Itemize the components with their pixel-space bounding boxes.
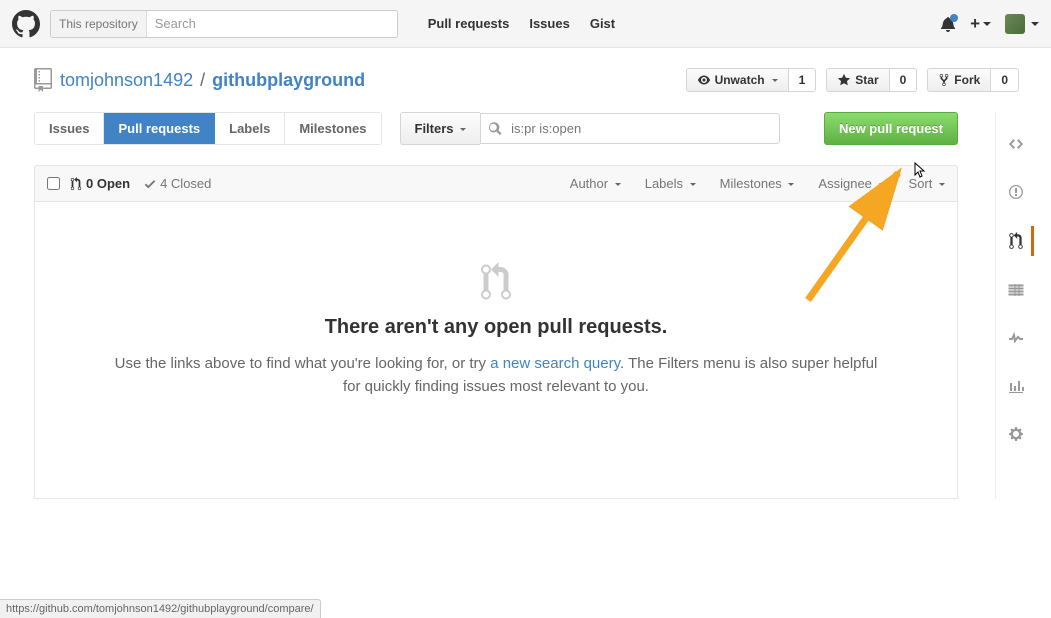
repo-path: tomjohnson1492 / githubplayground bbox=[60, 70, 365, 91]
user-menu[interactable] bbox=[1005, 14, 1039, 34]
graphs-icon[interactable] bbox=[1000, 372, 1032, 400]
avatar-icon bbox=[1005, 14, 1025, 34]
tab-labels[interactable]: Labels bbox=[215, 113, 285, 144]
blankslate-text: Use the links above to find what you're … bbox=[111, 353, 881, 398]
search-icon bbox=[488, 122, 502, 136]
create-new-button[interactable]: + bbox=[970, 14, 991, 34]
star-button[interactable]: Star 0 bbox=[826, 68, 917, 92]
filter-author[interactable]: Author bbox=[570, 176, 621, 191]
new-pull-request-button[interactable]: New pull request bbox=[824, 112, 958, 145]
nav-pull-requests[interactable]: Pull requests bbox=[418, 16, 520, 31]
wiki-icon[interactable] bbox=[1000, 276, 1032, 304]
repo-header: tomjohnson1492 / githubplayground Unwatc… bbox=[0, 48, 1051, 100]
repo-name-link[interactable]: githubplayground bbox=[212, 70, 365, 90]
notification-dot-icon bbox=[950, 14, 958, 22]
filter-input[interactable] bbox=[480, 113, 780, 144]
pull-requests-icon[interactable] bbox=[1001, 226, 1034, 256]
tab-milestones[interactable]: Milestones bbox=[285, 113, 380, 144]
filters-button[interactable]: Filters bbox=[400, 112, 481, 145]
repo-actions: Unwatch 1 Star 0 Fork 0 bbox=[686, 68, 1019, 92]
main-content: Issues Pull requests Labels Milestones F… bbox=[34, 112, 958, 499]
filter-milestones[interactable]: Milestones bbox=[720, 176, 795, 191]
git-pull-request-icon bbox=[75, 262, 917, 302]
new-search-link[interactable]: a new search query bbox=[490, 355, 620, 372]
select-all-checkbox[interactable] bbox=[47, 177, 60, 190]
search-input[interactable] bbox=[147, 11, 397, 37]
header-search: This repository bbox=[50, 10, 398, 38]
notifications-button[interactable] bbox=[940, 16, 956, 32]
nav-issues[interactable]: Issues bbox=[519, 16, 579, 31]
tab-nav: Issues Pull requests Labels Milestones bbox=[34, 112, 382, 145]
tab-issues[interactable]: Issues bbox=[35, 113, 104, 144]
right-sidebar bbox=[995, 112, 1035, 499]
github-logo-icon[interactable] bbox=[12, 10, 40, 38]
pulse-icon[interactable] bbox=[1000, 324, 1032, 352]
watch-button[interactable]: Unwatch 1 bbox=[686, 68, 817, 92]
search-scope[interactable]: This repository bbox=[51, 11, 147, 37]
sub-nav: Issues Pull requests Labels Milestones F… bbox=[34, 112, 958, 145]
fork-button[interactable]: Fork 0 bbox=[927, 68, 1019, 92]
tab-pull-requests[interactable]: Pull requests bbox=[104, 113, 215, 144]
filter-assignee[interactable]: Assignee bbox=[818, 176, 884, 191]
nav-gist[interactable]: Gist bbox=[580, 16, 625, 31]
filter-sort[interactable]: Sort bbox=[909, 176, 945, 191]
repo-icon bbox=[34, 68, 52, 92]
top-nav: Pull requests Issues Gist bbox=[418, 16, 625, 31]
list-header: 0 Open 4 Closed Author Labels Milestones… bbox=[34, 165, 958, 202]
filter-labels[interactable]: Labels bbox=[645, 176, 696, 191]
code-icon[interactable] bbox=[1000, 130, 1032, 158]
top-bar: This repository Pull requests Issues Gis… bbox=[0, 0, 1051, 48]
repo-owner-link[interactable]: tomjohnson1492 bbox=[60, 70, 193, 90]
status-bar-url: https://github.com/tomjohnson1492/github… bbox=[0, 599, 321, 618]
settings-icon[interactable] bbox=[1000, 420, 1032, 448]
blankslate-title: There aren't any open pull requests. bbox=[75, 316, 917, 339]
closed-filter[interactable]: 4 Closed bbox=[144, 176, 211, 191]
open-filter[interactable]: 0 Open bbox=[70, 176, 130, 191]
blankslate: There aren't any open pull requests. Use… bbox=[34, 202, 958, 499]
issues-icon[interactable] bbox=[1000, 178, 1032, 206]
